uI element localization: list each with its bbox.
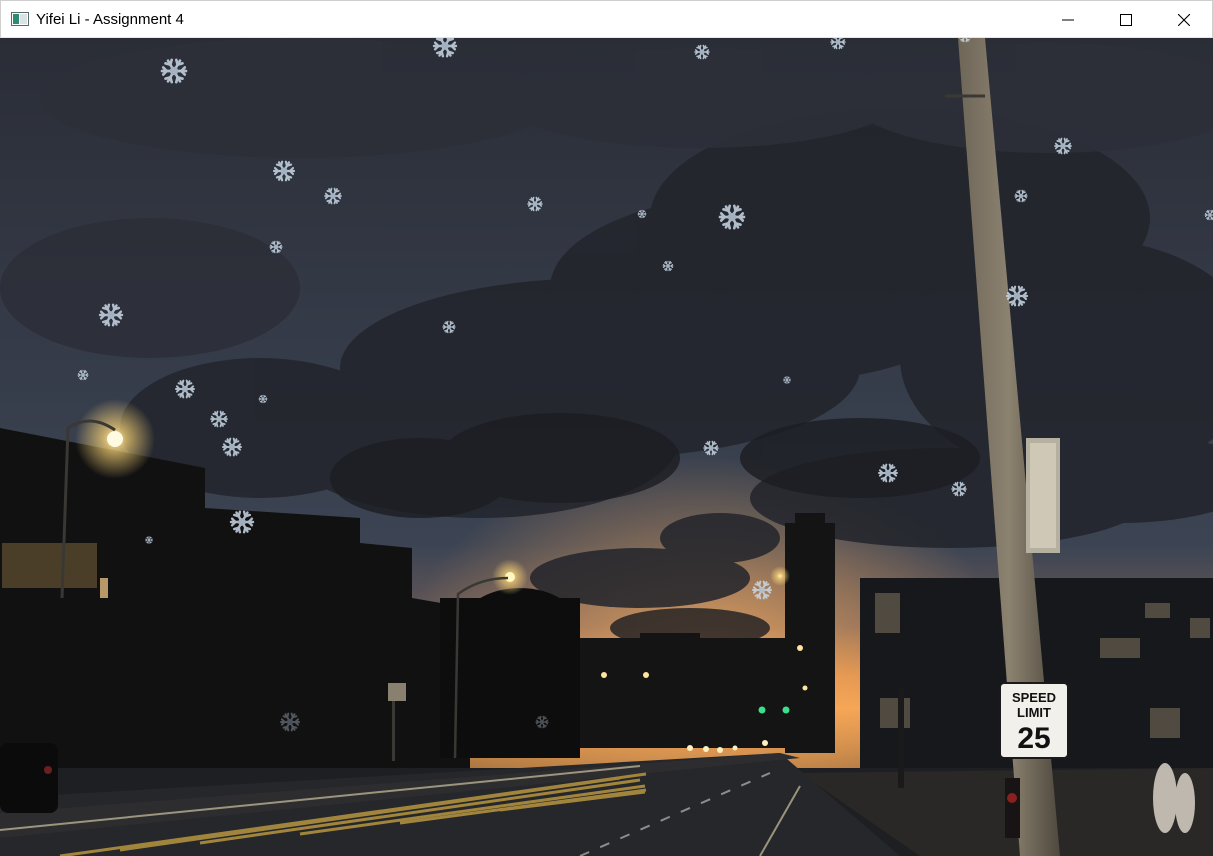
night-street-photo: SPEED LIMIT 25 xyxy=(0,38,1213,856)
snowflake-icon xyxy=(1204,209,1213,221)
sign-line1: SPEED xyxy=(1012,690,1056,705)
title-bar[interactable]: Yifei Li - Assignment 4 xyxy=(0,0,1213,38)
canvas-scene: SPEED LIMIT 25 xyxy=(0,38,1213,856)
window-title: Yifei Li - Assignment 4 xyxy=(36,11,184,28)
close-button[interactable] xyxy=(1155,1,1213,38)
maximize-button[interactable] xyxy=(1097,1,1155,38)
close-icon xyxy=(1178,13,1190,26)
speed-limit-sign: SPEED LIMIT 25 xyxy=(999,682,1069,759)
app-icon xyxy=(11,12,29,26)
minimize-button[interactable] xyxy=(1039,1,1097,38)
sign-value: 25 xyxy=(1017,722,1050,755)
app-window: Yifei Li - Assignment 4 SPEED LIMIT 25 xyxy=(0,0,1213,856)
maximize-icon xyxy=(1120,13,1132,26)
minimize-icon xyxy=(1062,14,1074,26)
sign-line2: LIMIT xyxy=(1017,705,1051,720)
